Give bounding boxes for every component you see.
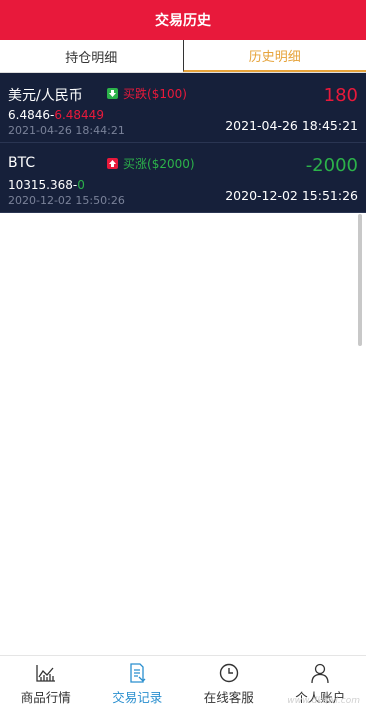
trade-row[interactable]: BTC 买涨($2000) 10315.368-0 2020-12-02 15:…	[0, 143, 366, 213]
nav-support-label: 在线客服	[204, 687, 254, 706]
arrow-down-icon	[107, 88, 118, 99]
tab-positions[interactable]: 持仓明细	[0, 40, 183, 72]
trade-close-time: 2021-04-26 18:45:21	[225, 118, 358, 133]
trade-symbol: 美元/人民币	[8, 85, 83, 105]
trade-direction: 买跌($100)	[123, 85, 187, 102]
trade-row[interactable]: 美元/人民币 买跌($100) 6.4846-6.48449 2021-04-2…	[0, 73, 366, 143]
trade-symbol: BTC	[8, 155, 35, 171]
scrollbar[interactable]	[358, 214, 362, 346]
tab-history[interactable]: 历史明细	[183, 40, 366, 72]
page-header: 交易历史	[0, 0, 366, 40]
trade-open-time: 2020-12-02 15:50:26	[8, 194, 125, 207]
nav-trade-record-label: 交易记录	[112, 687, 162, 706]
nav-market-label: 商品行情	[21, 687, 71, 706]
trade-open-time: 2021-04-26 18:44:21	[8, 124, 125, 137]
trade-profit: 180	[324, 85, 358, 106]
trade-direction: 买涨($2000)	[123, 155, 195, 172]
nav-market[interactable]: 商品行情	[0, 656, 92, 710]
nav-support[interactable]: 在线客服	[183, 656, 275, 710]
trade-history-list: 美元/人民币 买跌($100) 6.4846-6.48449 2021-04-2…	[0, 73, 366, 213]
arrow-up-icon	[107, 158, 118, 169]
market-chart-icon	[35, 662, 57, 684]
page-title: 交易历史	[155, 10, 211, 30]
tab-bar: 持仓明细 历史明细	[0, 40, 366, 73]
tab-positions-label: 持仓明细	[65, 47, 117, 66]
watermark: www.dkewl.com	[287, 696, 360, 706]
tab-history-label: 历史明细	[249, 46, 301, 65]
trade-close-time: 2020-12-02 15:51:26	[225, 188, 358, 203]
user-icon	[309, 662, 331, 684]
nav-trade-record[interactable]: 交易记录	[92, 656, 184, 710]
trade-price: 6.4846-6.48449	[8, 108, 104, 122]
trade-profit: -2000	[306, 155, 358, 176]
trade-price: 10315.368-0	[8, 178, 85, 192]
clock-icon	[218, 662, 240, 684]
trade-record-icon	[126, 662, 148, 684]
